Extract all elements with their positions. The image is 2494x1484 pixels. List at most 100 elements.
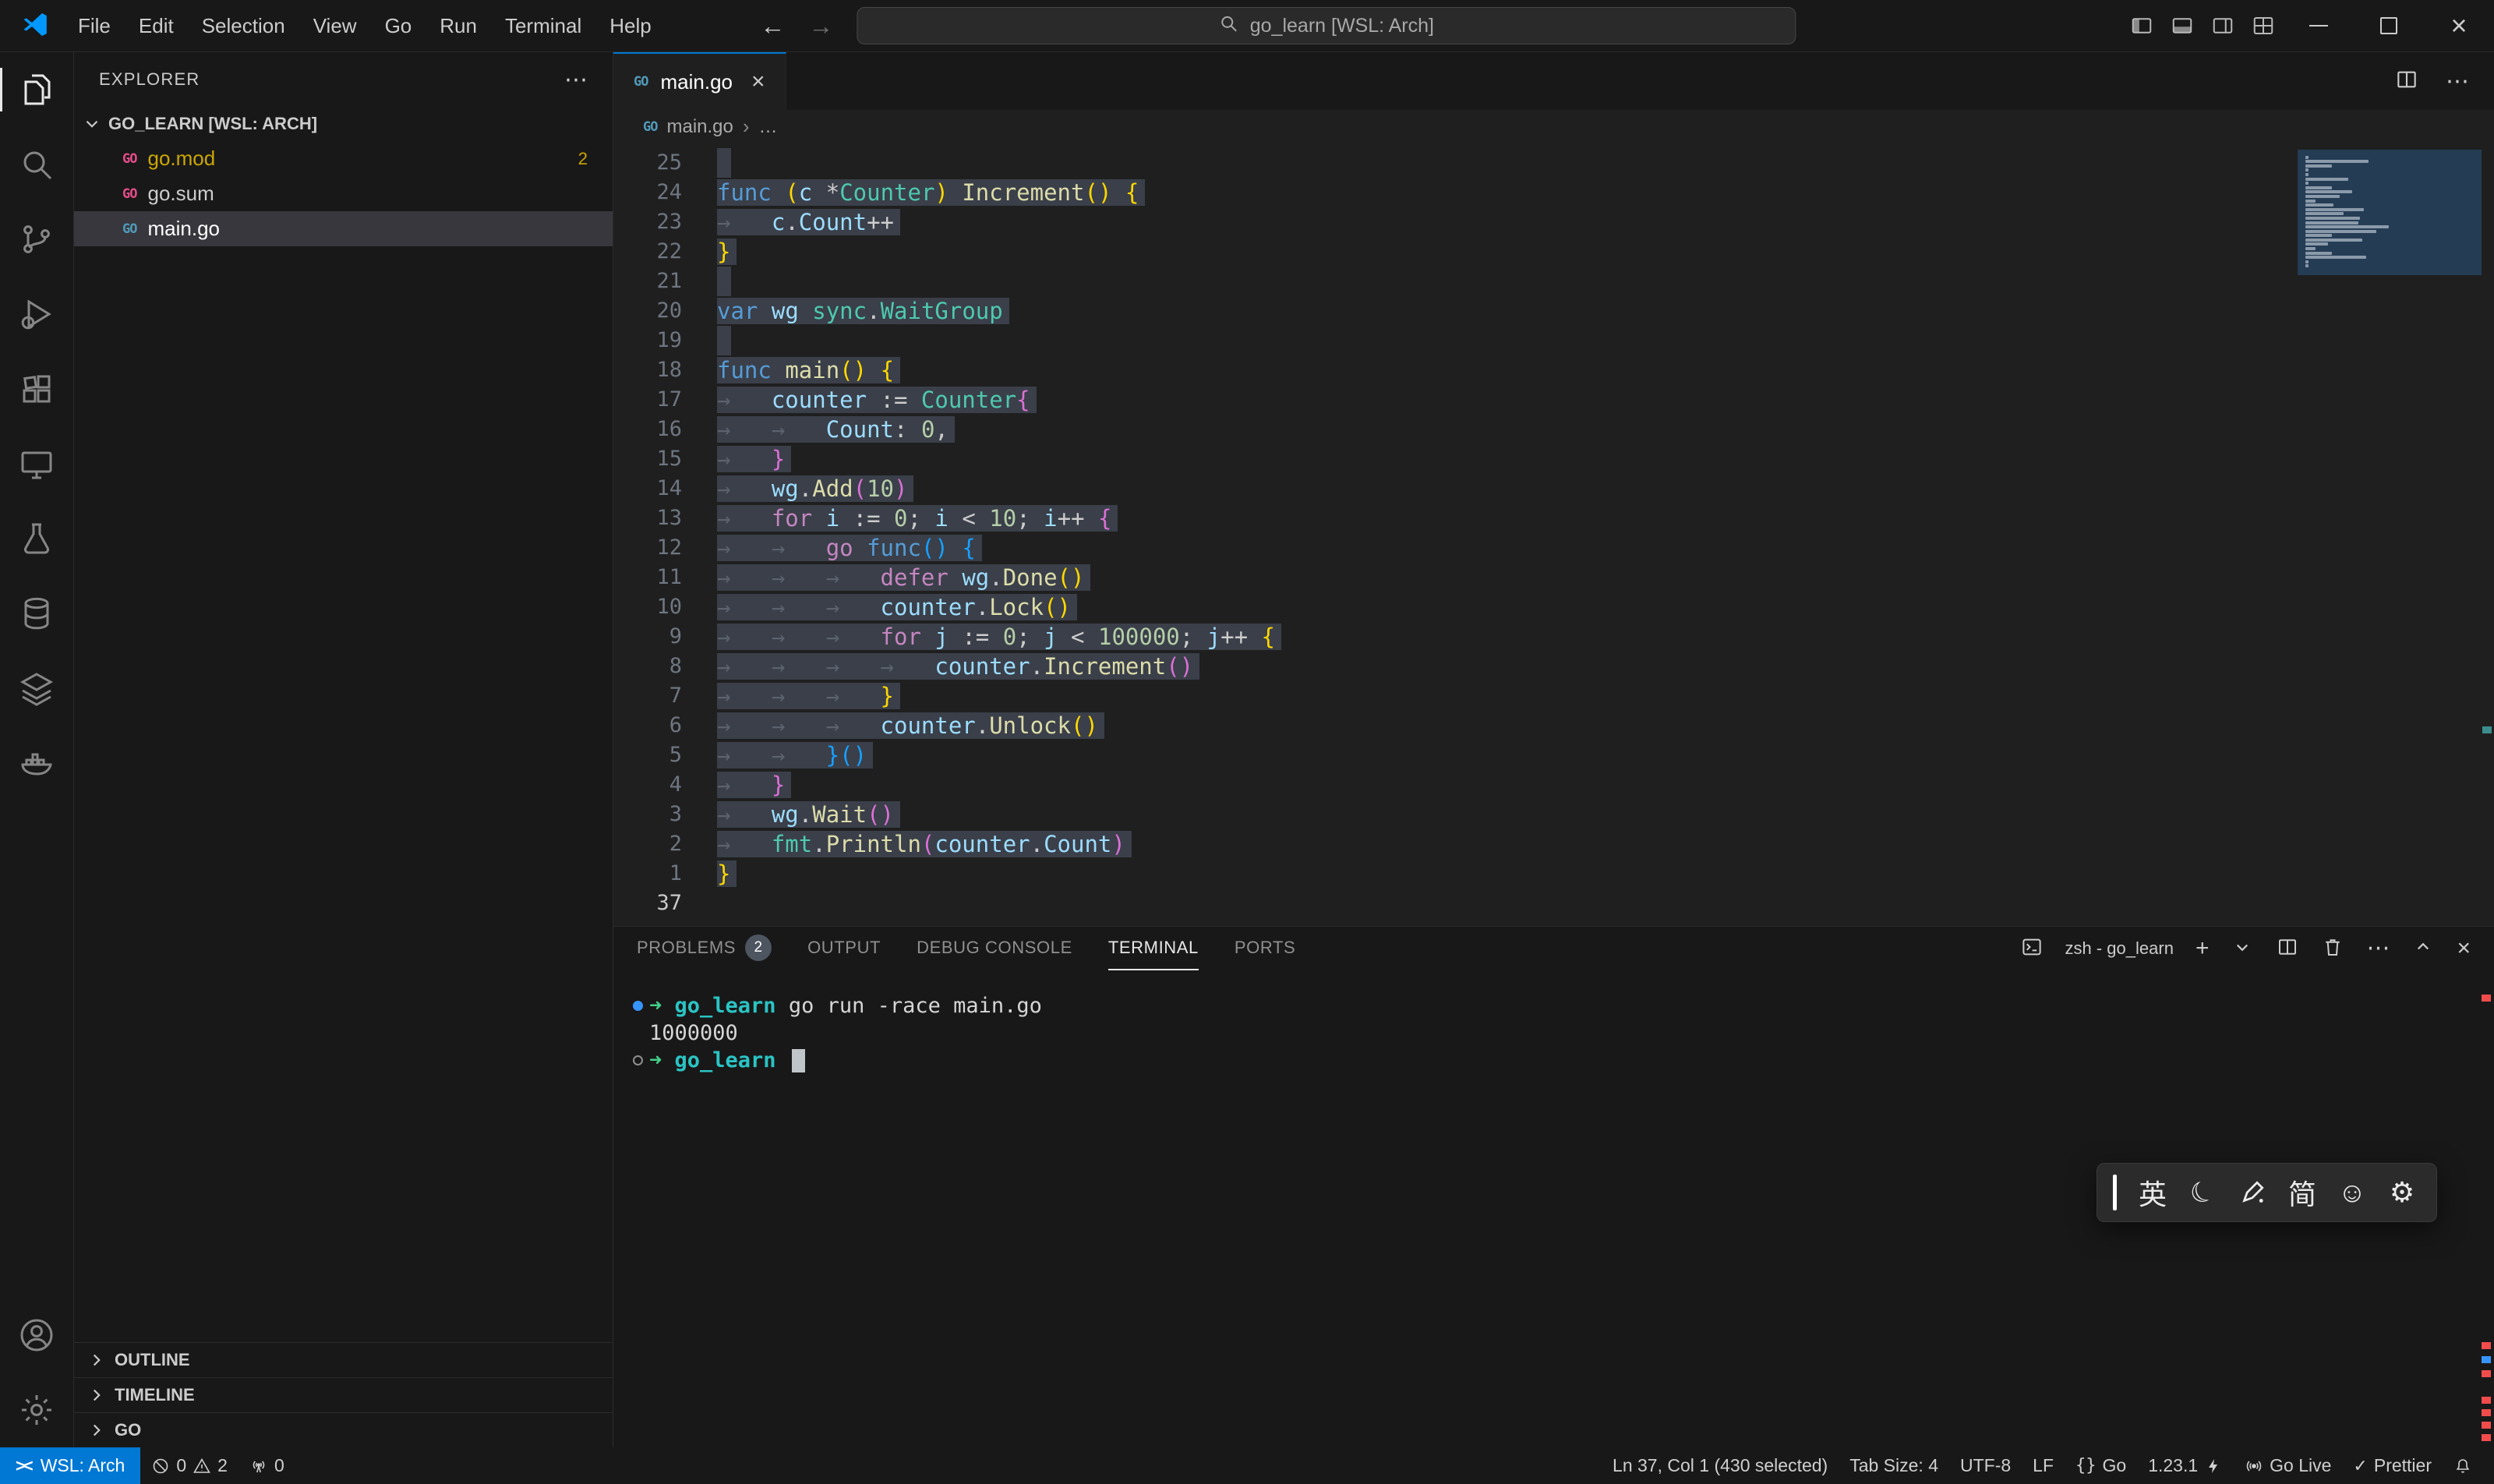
code-line[interactable]: 21 (613, 267, 2494, 296)
close-panel-icon[interactable]: × (2457, 937, 2471, 960)
explorer-icon[interactable] (0, 52, 73, 127)
code-line[interactable]: 19 (613, 326, 2494, 355)
section-timeline[interactable]: TIMELINE (74, 1377, 613, 1412)
code-line[interactable]: 9→ → → for j := 0; j < 100000; j++ { (613, 622, 2494, 652)
menu-edit[interactable]: Edit (125, 0, 188, 51)
settings-gear-icon[interactable] (0, 1373, 73, 1447)
database-icon[interactable] (0, 576, 73, 651)
command-decoration[interactable] (626, 1055, 649, 1065)
code-line[interactable]: 6→ → → counter.Unlock() (613, 711, 2494, 740)
maximize-panel-icon[interactable] (2411, 935, 2435, 963)
code-line[interactable]: 20var wg sync.WaitGroup (613, 296, 2494, 326)
code-line[interactable]: 13→ for i := 0; i < 10; i++ { (613, 504, 2494, 533)
minimize-button[interactable] (2284, 0, 2354, 51)
smiley-icon[interactable]: ☺ (2329, 1168, 2376, 1217)
code-line[interactable]: 25 (613, 148, 2494, 178)
terminal-selector[interactable]: zsh - go_learn (2065, 938, 2174, 959)
code-line[interactable]: 12→ → go func() { (613, 533, 2494, 563)
close-button[interactable]: × (2424, 0, 2494, 51)
menu-help[interactable]: Help (595, 0, 665, 51)
code-line[interactable]: 18func main() { (613, 355, 2494, 385)
go-version[interactable]: 1.23.1 (2137, 1447, 2234, 1484)
run-debug-icon[interactable] (0, 277, 73, 352)
toggle-secondary-sidebar-icon[interactable] (2203, 0, 2243, 51)
back-arrow-icon[interactable]: ← (760, 12, 785, 41)
split-editor-icon[interactable] (2394, 67, 2419, 96)
customize-layout-icon[interactable] (2243, 0, 2284, 51)
code-line[interactable]: 10→ → → counter.Lock() (613, 592, 2494, 622)
pen-icon[interactable] (2229, 1168, 2276, 1217)
tab-problems[interactable]: PROBLEMS 2 (637, 927, 772, 970)
toggle-panel-icon[interactable] (2162, 0, 2203, 51)
forward-arrow-icon[interactable]: → (808, 12, 833, 41)
notifications-bell[interactable] (2443, 1447, 2483, 1484)
breadcrumb[interactable]: GO main.go › … (613, 110, 2494, 143)
ime-settings-gear-icon[interactable]: ⚙ (2379, 1168, 2425, 1217)
code-line[interactable]: 24func (c *Counter) Increment() { (613, 178, 2494, 207)
source-control-icon[interactable] (0, 202, 73, 277)
accounts-icon[interactable] (0, 1298, 73, 1373)
menu-file[interactable]: File (64, 0, 125, 51)
new-terminal-icon[interactable]: + (2195, 937, 2210, 960)
code-line[interactable]: 7→ → → } (613, 681, 2494, 711)
code-line[interactable]: 2→ fmt.Println(counter.Count) (613, 829, 2494, 859)
code-line[interactable]: 16→ → Count: 0, (613, 415, 2494, 444)
file-row-go-sum[interactable]: GO go.sum (74, 176, 613, 211)
problems-status[interactable]: 0 2 (140, 1447, 238, 1484)
code-line[interactable]: 8→ → → → counter.Increment() (613, 652, 2494, 681)
extensions-icon[interactable] (0, 352, 73, 426)
command-decoration[interactable] (626, 1001, 649, 1011)
menu-view[interactable]: View (299, 0, 371, 51)
tab-main-go[interactable]: GO main.go × (613, 52, 786, 110)
ports-status[interactable]: 0 (238, 1447, 295, 1484)
tab-size-indicator[interactable]: Tab Size: 4 (1839, 1447, 1949, 1484)
minimap[interactable] (2298, 150, 2482, 275)
ime-simplified-toggle[interactable]: 简 (2279, 1168, 2326, 1217)
section-outline[interactable]: OUTLINE (74, 1342, 613, 1377)
go-live-button[interactable]: Go Live (2234, 1447, 2342, 1484)
encoding-indicator[interactable]: UTF-8 (1949, 1447, 2022, 1484)
split-terminal-icon[interactable] (2276, 935, 2299, 963)
code-line[interactable]: 4→ } (613, 770, 2494, 800)
tab-debug-console[interactable]: DEBUG CONSOLE (917, 927, 1072, 970)
sidebar-more-actions-icon[interactable]: ⋯ (564, 66, 588, 94)
code-line[interactable]: 1} (613, 859, 2494, 889)
code-line[interactable]: 11→ → → defer wg.Done() (613, 563, 2494, 592)
file-row-go-mod[interactable]: GO go.mod 2 (74, 141, 613, 176)
editor-more-actions-icon[interactable]: ⋯ (2446, 68, 2469, 95)
code-editor[interactable]: 2524func (c *Counter) Increment() {23→ c… (613, 143, 2494, 926)
code-line[interactable]: 15→ } (613, 444, 2494, 474)
section-go[interactable]: GO (74, 1412, 613, 1447)
cursor-position[interactable]: Ln 37, Col 1 (430 selected) (1602, 1447, 1839, 1484)
breadcrumb-symbol[interactable]: … (759, 116, 778, 138)
tree-root-folder[interactable]: GO_LEARN [WSL: ARCH] (74, 107, 613, 141)
tab-close-icon[interactable]: × (751, 69, 765, 95)
menu-run[interactable]: Run (426, 0, 491, 51)
breadcrumb-file[interactable]: main.go (666, 116, 733, 138)
tab-ports[interactable]: PORTS (1235, 927, 1295, 970)
code-line[interactable]: 3→ wg.Wait() (613, 800, 2494, 829)
command-center-search[interactable]: go_learn [WSL: Arch] (857, 7, 1796, 44)
tab-terminal[interactable]: TERMINAL (1108, 927, 1199, 970)
code-line[interactable]: 5→ → }() (613, 740, 2494, 770)
panel-more-actions-icon[interactable]: ⋯ (2366, 937, 2390, 960)
code-line[interactable]: 22} (613, 237, 2494, 267)
remote-indicator[interactable]: >< WSL: Arch (0, 1447, 140, 1484)
code-line[interactable]: 14→ wg.Add(10) (613, 474, 2494, 504)
toggle-sidebar-icon[interactable] (2121, 0, 2162, 51)
code-line[interactable]: 23→ c.Count++ (613, 207, 2494, 237)
docker-icon[interactable] (0, 726, 73, 800)
prettier-status[interactable]: ✓ Prettier (2342, 1447, 2443, 1484)
moon-icon[interactable]: ☾ (2179, 1168, 2226, 1217)
file-row-main-go[interactable]: GO main.go (74, 211, 613, 246)
search-sidebar-icon[interactable] (0, 127, 73, 202)
language-mode[interactable]: {} Go (2065, 1447, 2137, 1484)
terminal-dropdown-icon[interactable] (2231, 935, 2254, 963)
menu-selection[interactable]: Selection (188, 0, 299, 51)
layers-icon[interactable] (0, 651, 73, 726)
maximize-button[interactable] (2354, 0, 2424, 51)
menu-terminal[interactable]: Terminal (491, 0, 595, 51)
ime-language-toggle[interactable]: 英 (2129, 1168, 2176, 1217)
kill-terminal-icon[interactable] (2321, 935, 2344, 963)
eol-indicator[interactable]: LF (2022, 1447, 2065, 1484)
